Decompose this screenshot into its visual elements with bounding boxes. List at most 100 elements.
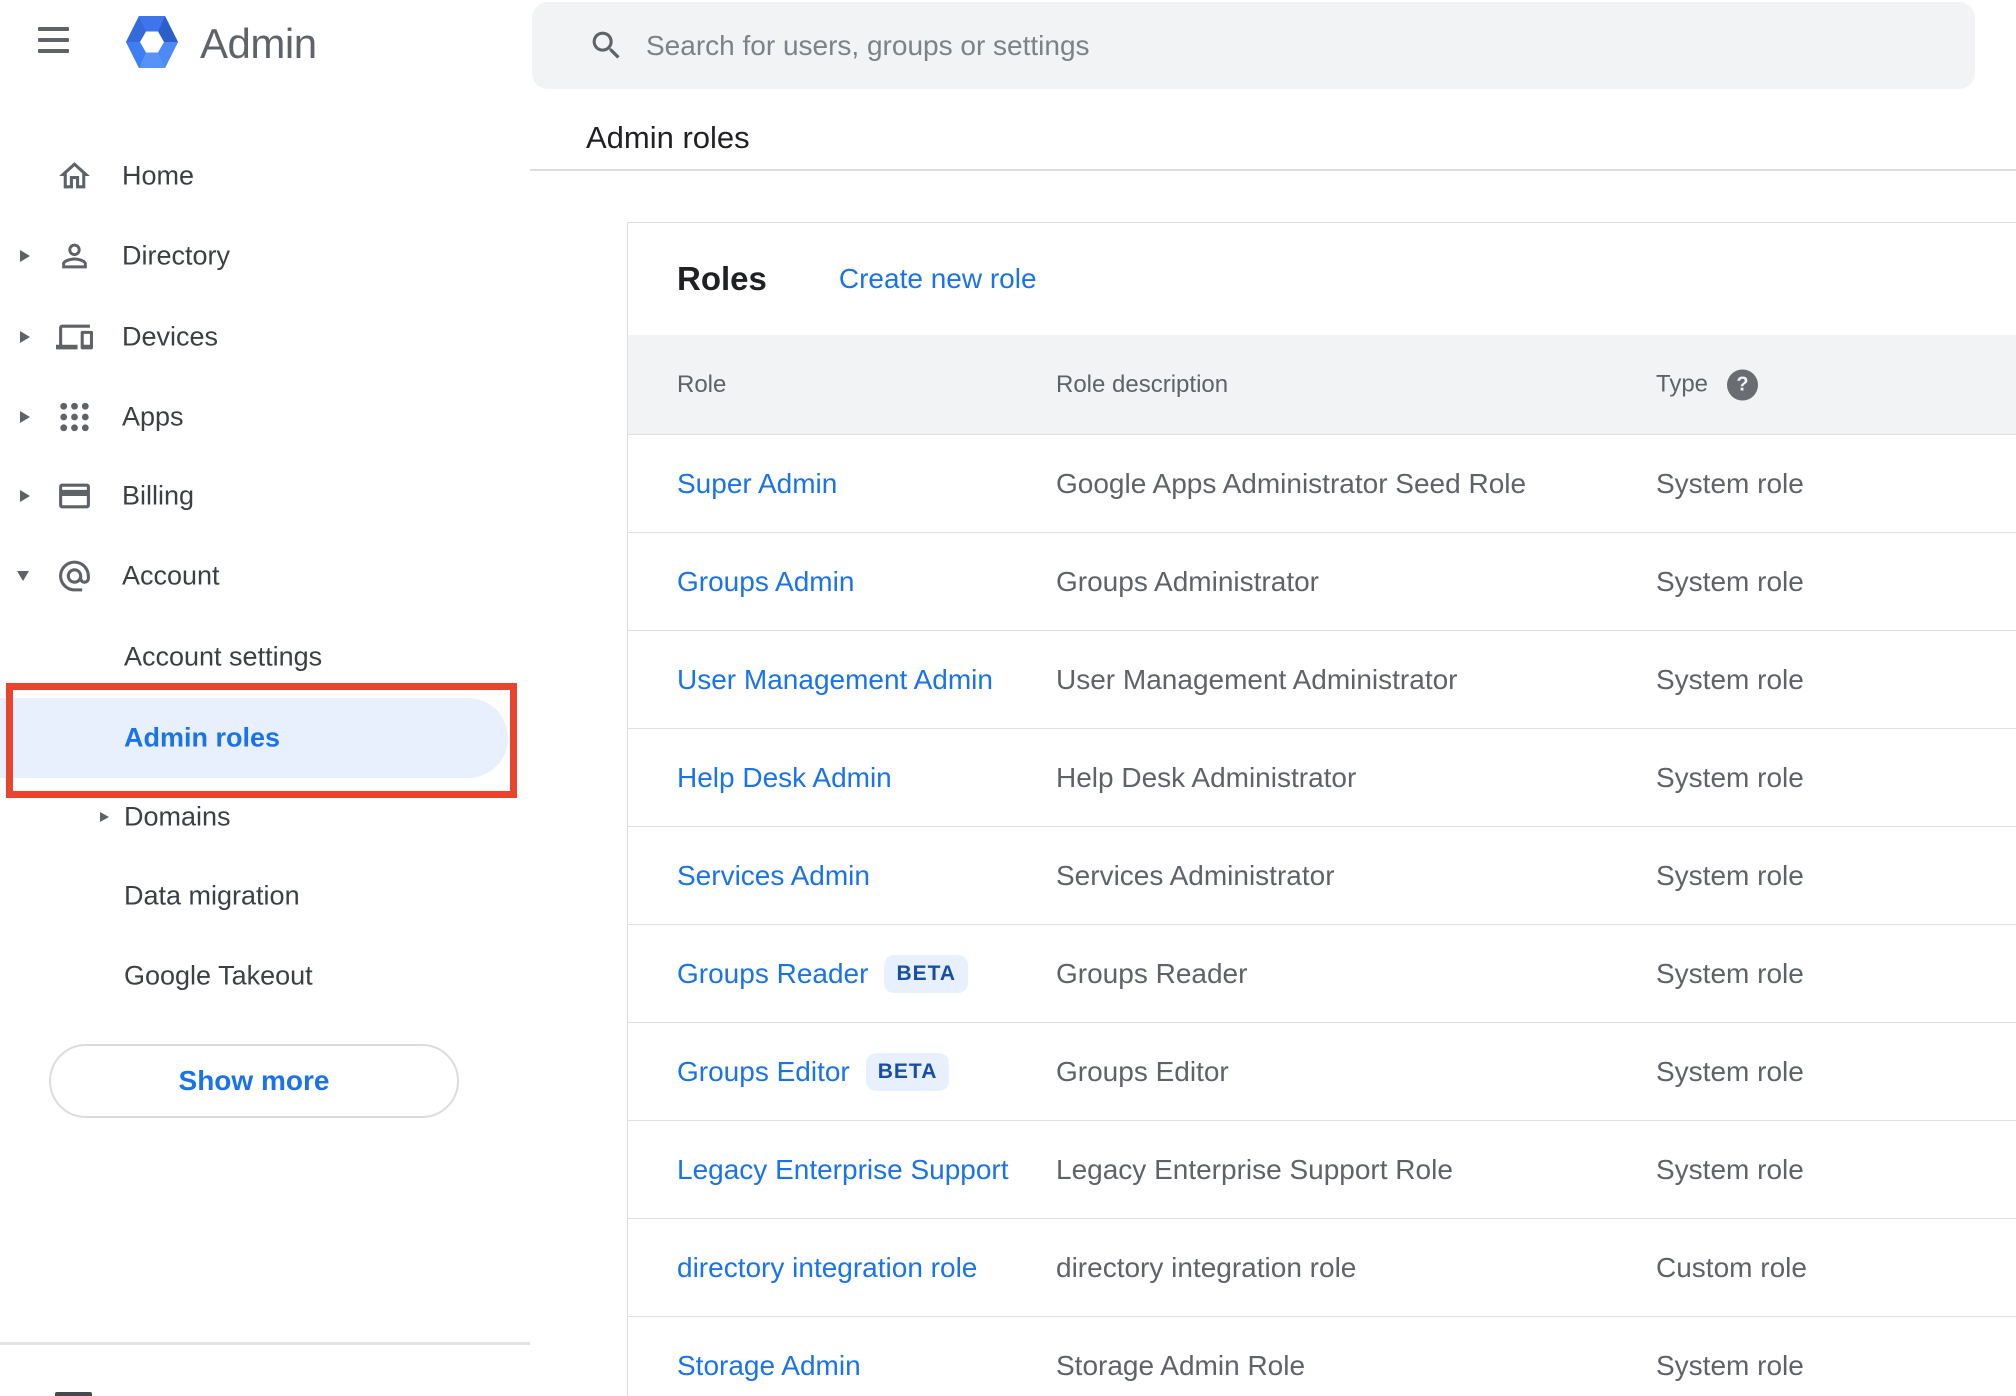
role-cell: Help Desk Admin xyxy=(677,762,892,794)
sidebar-item-label: Account settings xyxy=(124,641,323,672)
role-link[interactable]: Help Desk Admin xyxy=(677,762,892,794)
card-title: Roles xyxy=(677,260,767,297)
role-link[interactable]: User Management Admin xyxy=(677,664,993,696)
help-icon[interactable]: ? xyxy=(1727,369,1759,400)
role-cell: Legacy Enterprise Support xyxy=(677,1154,1009,1186)
role-type: System role xyxy=(1656,565,1804,597)
role-cell: Storage Admin xyxy=(677,1350,861,1382)
sidebar-divider xyxy=(0,1342,530,1345)
table-row: Super Admin Google Apps Administrator Se… xyxy=(628,434,2016,532)
sidebar-item-label: Admin roles xyxy=(124,722,281,753)
sidebar-item-home[interactable]: Home xyxy=(0,136,530,216)
product-name: Admin xyxy=(200,20,317,67)
role-type: System role xyxy=(1656,1349,1804,1381)
chevron-right-icon[interactable] xyxy=(20,490,30,502)
role-description: directory integration role xyxy=(1056,1251,1357,1283)
sidebar-item-label: Account xyxy=(122,560,220,591)
sidebar-item-label: Apps xyxy=(122,401,184,432)
sidebar-item-admin-roles[interactable]: Admin roles xyxy=(0,698,530,778)
role-cell: Groups Reader BETA xyxy=(677,954,969,993)
beta-badge: BETA xyxy=(865,1052,950,1091)
role-description: Legacy Enterprise Support Role xyxy=(1056,1153,1453,1185)
table-row: Legacy Enterprise Support Legacy Enterpr… xyxy=(628,1120,2016,1218)
column-header-type: Type ? xyxy=(1656,369,1759,400)
header-divider xyxy=(530,169,2016,171)
devices-icon xyxy=(56,319,93,356)
table-row: User Management Admin User Management Ad… xyxy=(628,630,2016,728)
role-cell: Groups Editor BETA xyxy=(677,1052,950,1091)
role-description: Google Apps Administrator Seed Role xyxy=(1056,467,1527,499)
role-type: System role xyxy=(1656,957,1804,989)
sidebar-item-directory[interactable]: Directory xyxy=(0,216,530,296)
table-row: Groups Admin Groups Administrator System… xyxy=(628,532,2016,630)
sidebar-item-domains[interactable]: Domains xyxy=(0,777,530,857)
role-cell: directory integration role xyxy=(677,1252,977,1284)
role-type: System role xyxy=(1656,859,1804,891)
role-link[interactable]: Legacy Enterprise Support xyxy=(677,1154,1009,1186)
role-cell: Services Admin xyxy=(677,860,870,892)
role-type: System role xyxy=(1656,1055,1804,1087)
sidebar-item-devices[interactable]: Devices xyxy=(0,297,530,377)
beta-badge: BETA xyxy=(884,954,969,993)
chevron-right-icon[interactable] xyxy=(20,250,30,262)
table-body: Super Admin Google Apps Administrator Se… xyxy=(628,434,2016,1396)
column-header-role-description: Role description xyxy=(1056,370,1229,398)
table-row: Groups Editor BETA Groups Editor System … xyxy=(628,1022,2016,1120)
sidebar-item-data-migration[interactable]: Data migration xyxy=(0,856,530,936)
column-header-type-label: Type xyxy=(1656,370,1709,398)
role-cell: Groups Admin xyxy=(677,566,854,598)
admin-logo[interactable]: Admin xyxy=(126,15,317,74)
table-row: directory integration role directory int… xyxy=(628,1218,2016,1316)
admin-console: Admin Admin roles Home Directory Devices… xyxy=(0,0,2016,1396)
cut-off-sidebar-icon xyxy=(55,1392,92,1396)
apps-grid-icon xyxy=(56,399,93,436)
role-description: Help Desk Administrator xyxy=(1056,761,1357,793)
column-header-role: Role xyxy=(677,370,727,398)
breadcrumb: Admin roles xyxy=(586,120,750,155)
role-type: Custom role xyxy=(1656,1251,1807,1283)
role-link[interactable]: Groups Editor xyxy=(677,1056,850,1088)
card-header: Roles Create new role xyxy=(628,223,2016,335)
table-row: Services Admin Services Administrator Sy… xyxy=(628,826,2016,924)
chevron-right-icon[interactable] xyxy=(20,331,30,343)
role-cell: User Management Admin xyxy=(677,664,993,696)
role-description: Groups Administrator xyxy=(1056,565,1319,597)
admin-logo-icon xyxy=(126,15,178,74)
show-more-button[interactable]: Show more xyxy=(49,1044,459,1118)
role-link[interactable]: Storage Admin xyxy=(677,1350,861,1382)
role-link[interactable]: Super Admin xyxy=(677,468,837,500)
role-link[interactable]: Services Admin xyxy=(677,860,870,892)
search-input[interactable] xyxy=(532,2,1975,89)
role-type: System role xyxy=(1656,1153,1804,1185)
hamburger-bar xyxy=(38,27,69,31)
sidebar-item-account-settings[interactable]: Account settings xyxy=(0,617,530,697)
roles-card: Roles Create new role Role Role descript… xyxy=(627,222,2016,1396)
hamburger-menu-button[interactable] xyxy=(38,27,69,53)
chevron-down-icon[interactable] xyxy=(17,571,29,581)
role-description: Storage Admin Role xyxy=(1056,1349,1306,1381)
chevron-right-icon[interactable] xyxy=(20,411,30,423)
role-link[interactable]: Groups Reader xyxy=(677,958,868,990)
role-description: Services Administrator xyxy=(1056,859,1335,891)
create-new-role-link[interactable]: Create new role xyxy=(839,263,1037,295)
sidebar-item-apps[interactable]: Apps xyxy=(0,377,530,457)
sidebar-item-billing[interactable]: Billing xyxy=(0,456,530,536)
chevron-right-icon[interactable] xyxy=(100,812,109,822)
role-type: System role xyxy=(1656,663,1804,695)
sidebar-item-label: Home xyxy=(122,160,195,191)
sidebar-item-label: Domains xyxy=(124,801,231,832)
role-description: Groups Editor xyxy=(1056,1055,1229,1087)
role-description: Groups Reader xyxy=(1056,957,1248,989)
table-row: Help Desk Admin Help Desk Administrator … xyxy=(628,728,2016,826)
show-more-label: Show more xyxy=(178,1065,330,1096)
sidebar-item-account[interactable]: Account xyxy=(0,536,530,616)
role-link[interactable]: directory integration role xyxy=(677,1252,977,1284)
sidebar-item-label: Data migration xyxy=(124,880,300,911)
search-bar[interactable] xyxy=(532,2,1975,89)
sidebar-item-label: Devices xyxy=(122,321,219,352)
sidebar-item-google-takeout[interactable]: Google Takeout xyxy=(0,936,530,1016)
role-type: System role xyxy=(1656,467,1804,499)
table-header-row: Role Role description Type ? xyxy=(628,335,2016,434)
role-cell: Super Admin xyxy=(677,468,837,500)
role-link[interactable]: Groups Admin xyxy=(677,566,854,598)
